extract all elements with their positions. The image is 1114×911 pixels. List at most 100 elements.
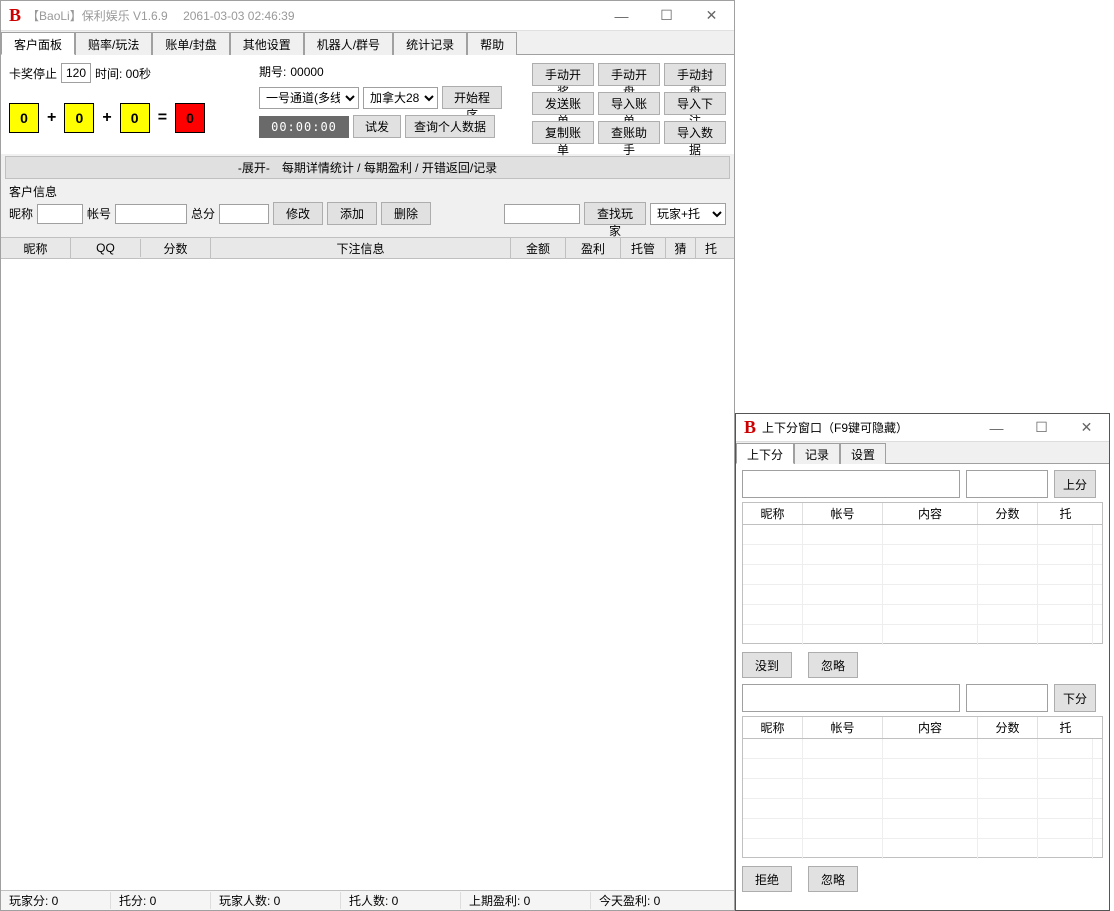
up-table-header: 昵称 帐号 内容 分数 托 <box>743 503 1102 525</box>
sub-window-title: 上下分窗口（F9键可隐藏） <box>762 419 908 436</box>
time-label: 时间: 00秒 <box>95 65 151 82</box>
th-tuo: 托 <box>696 238 726 259</box>
timer-display: 00:00:00 <box>259 116 349 138</box>
manual-draw-button[interactable]: 手动开奖 <box>532 63 594 86</box>
sub-tab-settings[interactable]: 设置 <box>840 443 886 464</box>
delete-button[interactable]: 删除 <box>381 202 431 225</box>
import-bet-button[interactable]: 导入下注 <box>664 92 726 115</box>
status-player-count: 玩家人数: 0 <box>211 892 341 909</box>
tab-robot[interactable]: 机器人/群号 <box>304 32 393 55</box>
tab-customer-panel[interactable]: 客户面板 <box>1 32 75 55</box>
stop-value-input[interactable] <box>61 63 91 83</box>
not-arrived-button[interactable]: 没到 <box>742 652 792 678</box>
close-button[interactable]: ✕ <box>689 2 734 30</box>
ignore-up-button[interactable]: 忽略 <box>808 652 858 678</box>
tab-stats[interactable]: 统计记录 <box>393 32 467 55</box>
manual-close-button[interactable]: 手动封盘 <box>664 63 726 86</box>
main-table-body[interactable] <box>1 259 734 909</box>
main-titlebar: B 【BaoLi】保利娱乐 V1.6.9 2061-03-03 02:46:39… <box>1 1 734 31</box>
tab-other-settings[interactable]: 其他设置 <box>230 32 304 55</box>
check-helper-button[interactable]: 查账助手 <box>598 121 660 144</box>
score-window: B 上下分窗口（F9键可隐藏） — ☐ ✕ 上下分 记录 设置 上分 昵称 帐号… <box>735 413 1110 911</box>
score-input[interactable] <box>219 204 269 224</box>
down-table-header: 昵称 帐号 内容 分数 托 <box>743 717 1102 739</box>
down-table-body[interactable] <box>743 739 1102 857</box>
copy-bill-button[interactable]: 复制账单 <box>532 121 594 144</box>
sub-close-button[interactable]: ✕ <box>1064 414 1109 442</box>
add-button[interactable]: 添加 <box>327 202 377 225</box>
up-input-1[interactable] <box>742 470 960 498</box>
expand-bar[interactable]: -展开- 每期详情统计 / 每期盈利 / 开错返回/记录 <box>5 156 730 179</box>
sub-tabs: 上下分 记录 设置 <box>736 442 1109 464</box>
down-score-button[interactable]: 下分 <box>1054 684 1096 712</box>
window-title: 【BaoLi】保利娱乐 V1.6.9 2061-03-03 02:46:39 <box>27 7 294 24</box>
tab-odds[interactable]: 赔率/玩法 <box>75 32 152 55</box>
sub-maximize-button[interactable]: ☐ <box>1019 414 1064 442</box>
th-score: 分数 <box>141 238 211 259</box>
minimize-button[interactable]: — <box>599 2 644 30</box>
tab-help[interactable]: 帮助 <box>467 32 517 55</box>
th-qq: QQ <box>71 239 141 257</box>
period-value: 00000 <box>290 65 323 79</box>
th-betinfo: 下注信息 <box>211 238 511 259</box>
score-label: 总分 <box>191 205 215 222</box>
up-th-content: 内容 <box>883 503 978 524</box>
channel-select[interactable]: 一号通道(多线 <box>259 87 359 109</box>
try-send-button[interactable]: 试发 <box>353 115 401 138</box>
sub-content: 上分 昵称 帐号 内容 分数 托 没到 忽略 <box>736 464 1109 902</box>
import-bill-button[interactable]: 导入账单 <box>598 92 660 115</box>
maximize-button[interactable]: ☐ <box>644 2 689 30</box>
game-select[interactable]: 加拿大28 <box>363 87 438 109</box>
tab-bills[interactable]: 账单/封盘 <box>152 32 229 55</box>
send-bill-button[interactable]: 发送账单 <box>532 92 594 115</box>
status-trust-count: 托人数: 0 <box>341 892 461 909</box>
reject-button[interactable]: 拒绝 <box>742 866 792 892</box>
status-player-score: 玩家分: 0 <box>1 892 111 909</box>
nick-input[interactable] <box>37 204 83 224</box>
num-box-1: 0 <box>9 103 39 133</box>
acct-input[interactable] <box>115 204 187 224</box>
period-label: 期号: <box>259 63 286 80</box>
down-input-2[interactable] <box>966 684 1048 712</box>
plus-2: + <box>102 109 111 127</box>
up-input-2[interactable] <box>966 470 1048 498</box>
status-trust-score: 托分: 0 <box>111 892 211 909</box>
main-window: B 【BaoLi】保利娱乐 V1.6.9 2061-03-03 02:46:39… <box>0 0 735 911</box>
nick-label: 昵称 <box>9 205 33 222</box>
search-player-button[interactable]: 查找玩家 <box>584 202 646 225</box>
status-last-profit: 上期盈利: 0 <box>461 892 591 909</box>
down-th-content: 内容 <box>883 717 978 738</box>
up-table-body[interactable] <box>743 525 1102 643</box>
main-table-header: 昵称 QQ 分数 下注信息 金额 盈利 托管 猜 托 <box>1 237 734 259</box>
th-trust: 托管 <box>621 238 666 259</box>
sub-minimize-button[interactable]: — <box>974 414 1019 442</box>
status-today-profit: 今天盈利: 0 <box>591 892 734 909</box>
filter-select[interactable]: 玩家+托 <box>650 203 726 225</box>
modify-button[interactable]: 修改 <box>273 202 323 225</box>
manual-open-button[interactable]: 手动开盘 <box>598 63 660 86</box>
down-input-1[interactable] <box>742 684 960 712</box>
up-score-button[interactable]: 上分 <box>1054 470 1096 498</box>
ignore-down-button[interactable]: 忽略 <box>808 866 858 892</box>
stop-label: 卡奖停止 <box>9 65 57 82</box>
up-table: 昵称 帐号 内容 分数 托 <box>742 502 1103 644</box>
import-data-button[interactable]: 导入数据 <box>664 121 726 144</box>
up-th-tuo: 托 <box>1038 503 1093 524</box>
th-profit: 盈利 <box>566 238 621 259</box>
sub-tab-record[interactable]: 记录 <box>794 443 840 464</box>
down-table: 昵称 帐号 内容 分数 托 <box>742 716 1103 858</box>
sub-tab-updown[interactable]: 上下分 <box>736 443 794 464</box>
up-th-nick: 昵称 <box>743 503 803 524</box>
up-th-acct: 帐号 <box>803 503 883 524</box>
query-personal-button[interactable]: 查询个人数据 <box>405 115 495 138</box>
search-input[interactable] <box>504 204 580 224</box>
down-th-acct: 帐号 <box>803 717 883 738</box>
sub-titlebar: B 上下分窗口（F9键可隐藏） — ☐ ✕ <box>736 414 1109 442</box>
main-tabs: 客户面板 赔率/玩法 账单/封盘 其他设置 机器人/群号 统计记录 帮助 <box>1 31 734 55</box>
th-amount: 金额 <box>511 238 566 259</box>
acct-label: 帐号 <box>87 205 111 222</box>
start-button[interactable]: 开始程序 <box>442 86 502 109</box>
down-th-score: 分数 <box>978 717 1038 738</box>
equals: = <box>158 109 167 127</box>
down-th-nick: 昵称 <box>743 717 803 738</box>
